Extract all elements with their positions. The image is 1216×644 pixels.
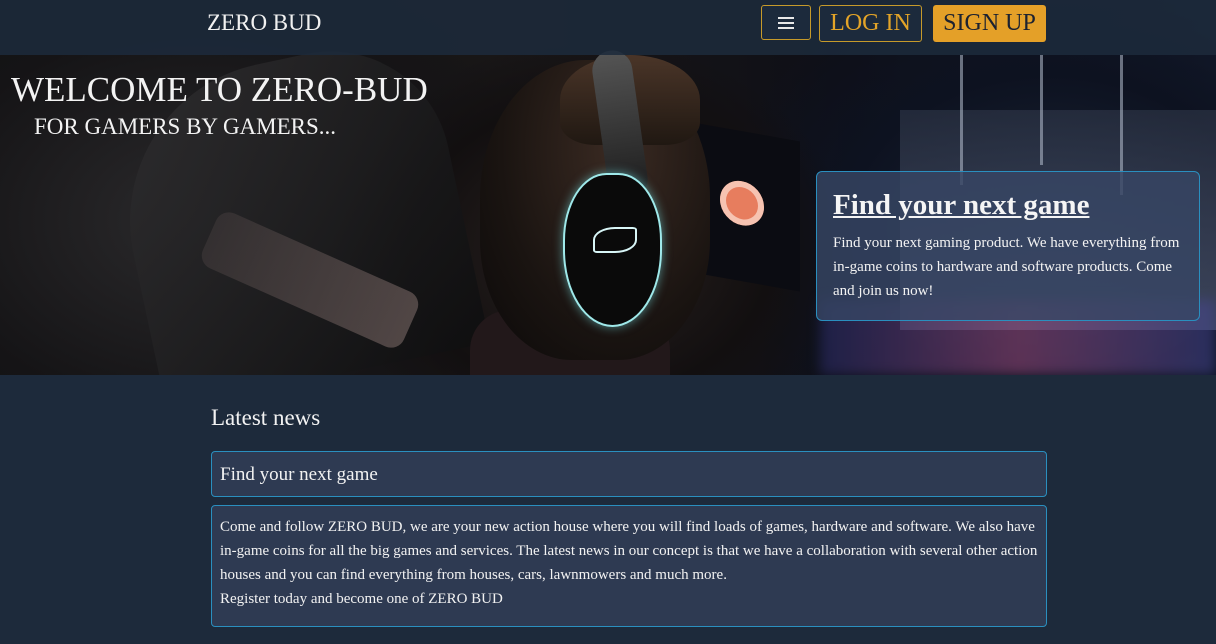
- news-card-text: Come and follow ZERO BUD, we are your ne…: [220, 519, 1038, 583]
- navbar: ZERO BUD LOG IN SIGN UP: [0, 0, 1216, 55]
- news-card-title: Find your next game: [211, 451, 1047, 497]
- menu-toggle-button[interactable]: [761, 5, 811, 40]
- brand-logo[interactable]: ZERO BUD: [207, 10, 321, 36]
- promo-card: Find your next game Find your next gamin…: [816, 171, 1200, 321]
- hamburger-menu-icon: [778, 16, 794, 29]
- promo-text: Find your next gaming product. We have e…: [833, 235, 1180, 299]
- hero-image-light: [960, 55, 963, 185]
- news-heading: Latest news: [211, 405, 321, 430]
- hero-subtitle: FOR GAMERS BY GAMERS...: [34, 114, 337, 139]
- login-button[interactable]: LOG IN: [819, 5, 922, 42]
- hero-image-headset: [565, 175, 660, 325]
- promo-title-link[interactable]: Find your next game: [833, 188, 1183, 222]
- signup-button[interactable]: SIGN UP: [933, 5, 1046, 42]
- hero-title: WELCOME TO ZERO-BUD: [11, 70, 428, 109]
- news-card-body: Come and follow ZERO BUD, we are your ne…: [211, 505, 1047, 627]
- hero-image-light: [1040, 55, 1043, 165]
- news-card-footer: Register today and become one of ZERO BU…: [220, 591, 503, 607]
